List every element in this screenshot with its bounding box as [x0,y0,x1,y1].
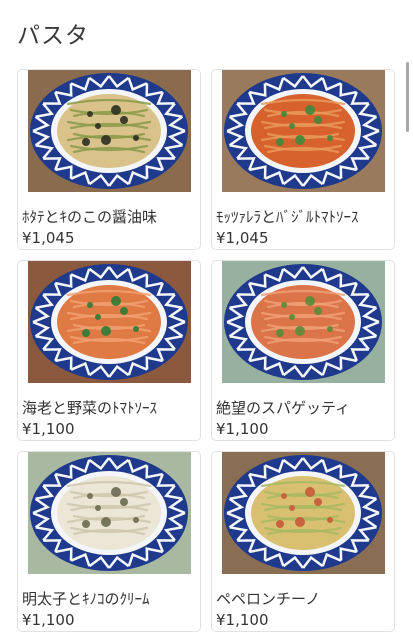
dish-name: 明太子とｷﾉｺのｸﾘｰﾑ [22,590,150,608]
dish-price: ¥1,100 [22,611,75,629]
dish-photo [222,70,385,192]
dish-price: ¥1,045 [216,229,269,247]
menu-item-card[interactable]: ﾓｯﾂｧﾚﾗとﾊﾞｼﾞﾙﾄﾏﾄｿｰｽ ¥1,045 [211,69,395,250]
dish-name: 絶望のスパゲッティ [216,399,351,417]
plate-illustration [28,70,191,192]
dish-name: ﾎﾀﾃとｷのこの醤油味 [22,208,158,226]
dish-price: ¥1,100 [22,420,75,438]
menu-item-card[interactable]: 海老と野菜のﾄﾏﾄｿｰｽ ¥1,100 [17,260,201,441]
dish-price: ¥1,045 [22,229,75,247]
plate-illustration [222,261,385,383]
dish-photo [28,452,191,574]
dish-photo [222,261,385,383]
menu-item-card[interactable]: 絶望のスパゲッティ ¥1,100 [211,260,395,441]
plate-illustration [28,452,191,574]
page-title: パスタ [17,23,89,49]
plate-illustration [222,452,385,574]
dish-photo [28,70,191,192]
dish-photo [222,452,385,574]
plate-illustration [28,261,191,383]
dish-name: 海老と野菜のﾄﾏﾄｿｰｽ [22,399,158,417]
scrollbar[interactable] [406,62,409,132]
dish-price: ¥1,100 [216,420,269,438]
dish-price: ¥1,100 [216,611,269,629]
menu-item-card[interactable]: 明太子とｷﾉｺのｸﾘｰﾑ ¥1,100 [17,451,201,632]
dish-name: ﾓｯﾂｧﾚﾗとﾊﾞｼﾞﾙﾄﾏﾄｿｰｽ [216,208,359,226]
menu-item-card[interactable]: ペペロンチーノ ¥1,100 [211,451,395,632]
menu-item-card[interactable]: ﾎﾀﾃとｷのこの醤油味 ¥1,045 [17,69,201,250]
dish-photo [28,261,191,383]
dish-name: ペペロンチーノ [216,590,321,608]
plate-illustration [222,70,385,192]
